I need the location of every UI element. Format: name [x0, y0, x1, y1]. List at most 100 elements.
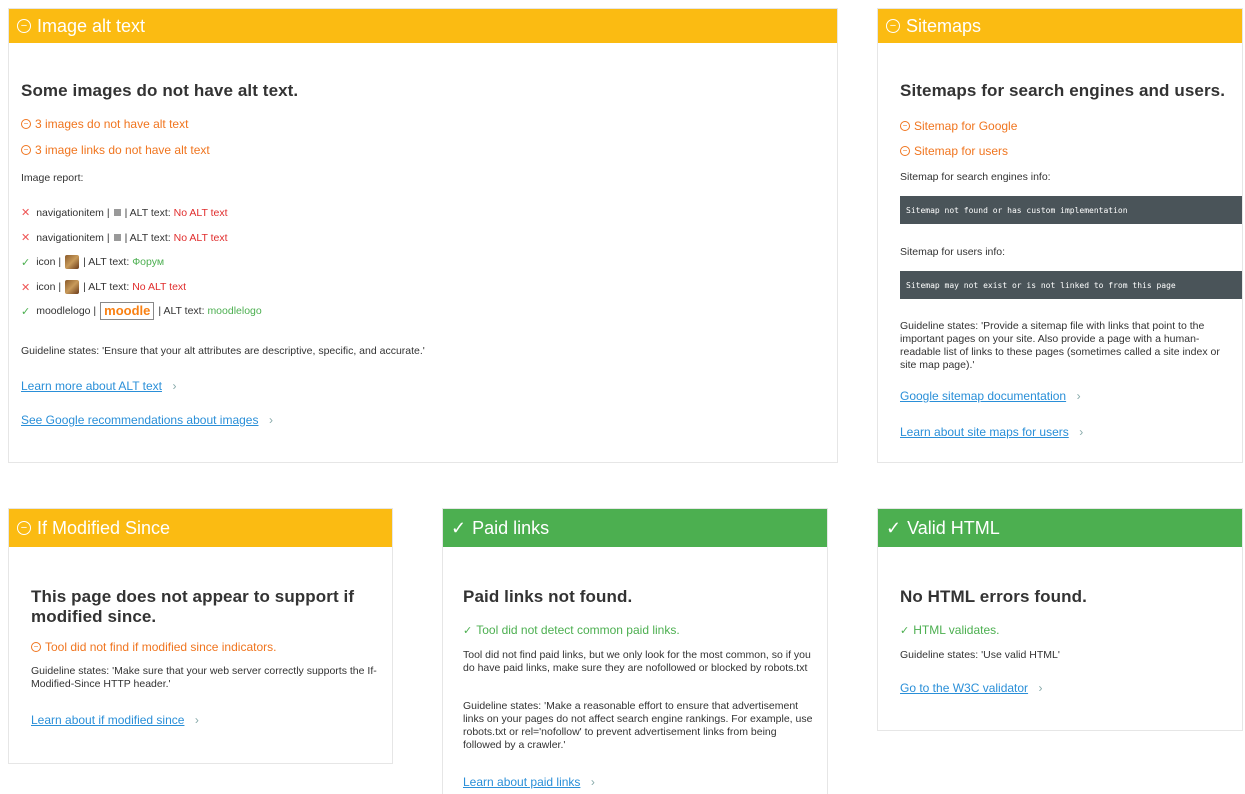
warning-text: Tool did not find if modified since indi… [45, 640, 277, 654]
image-report-label: Image report: [21, 172, 84, 184]
chevron-right-icon: › [1038, 681, 1043, 695]
warning-text: 3 image links do not have alt text [35, 143, 210, 157]
image-alt-link-1-wrap: Learn more about ALT text › [21, 377, 176, 395]
minus-circle-icon: − [900, 146, 910, 156]
html-ok: ✓ HTML validates. [900, 623, 999, 637]
valid-html-heading: No HTML errors found. [900, 587, 1087, 606]
x-icon: ✕ [21, 232, 31, 244]
minus-circle-icon: − [886, 19, 900, 33]
thumbnail-image-icon [65, 255, 80, 269]
image-report-row: ✓ icon | | ALT text: Форум [21, 255, 164, 269]
sitemap-link-2-wrap: Learn about site maps for users › [900, 423, 1083, 441]
sitemap-warning-2: − Sitemap for users [900, 144, 1008, 158]
paid-ok: ✓ Tool did not detect common paid links. [463, 623, 680, 637]
thumbnail-icon [113, 234, 121, 241]
chevron-right-icon: › [172, 379, 177, 393]
sitemap-info-1-code: Sitemap not found or has custom implemen… [900, 196, 1242, 224]
minus-circle-icon: − [17, 19, 31, 33]
sitemaps-guideline: Guideline states: 'Provide a sitemap fil… [900, 320, 1220, 372]
row-alt-value: moodlelogo [207, 305, 262, 317]
chevron-right-icon: › [1076, 389, 1081, 403]
chevron-right-icon: › [268, 413, 273, 427]
modified-guideline: Guideline states: 'Make sure that your w… [31, 665, 377, 691]
row-alt-value: No ALT text [173, 206, 228, 219]
minus-circle-icon: − [900, 121, 910, 131]
ok-text: HTML validates. [913, 623, 1000, 637]
image-alt-header[interactable]: − Image alt text [9, 9, 837, 43]
image-report-row: ✕ navigationitem | | ALT text: No ALT te… [21, 231, 228, 245]
paid-link-wrap: Learn about paid links › [463, 773, 595, 791]
image-alt-warning-1: − 3 images do not have alt text [21, 117, 188, 131]
image-report-row: ✕ icon | | ALT text: No ALT text [21, 280, 186, 294]
row-alt-label: | ALT text: [158, 305, 205, 317]
w3c-link-wrap: Go to the W3C validator › [900, 679, 1043, 697]
row-name: icon | [36, 281, 62, 293]
valid-html-header[interactable]: ✓ Valid HTML [878, 509, 1242, 547]
ok-text: Tool did not detect common paid links. [476, 623, 680, 637]
modified-since-title: If Modified Since [37, 517, 171, 538]
sitemaps-card: − Sitemaps Sitemaps for search engines a… [877, 8, 1243, 463]
paid-links-header[interactable]: ✓ Paid links [443, 509, 827, 547]
chevron-right-icon: › [1079, 425, 1084, 439]
learn-alt-text-link[interactable]: Learn more about ALT text [21, 379, 162, 393]
sitemaps-title: Sitemaps [906, 15, 982, 36]
sitemaps-users-link[interactable]: Learn about site maps for users [900, 425, 1069, 439]
valid-html-title: Valid HTML [907, 517, 1000, 538]
row-alt-label: | ALT text: [83, 256, 130, 268]
sitemap-info-1-label: Sitemap for search engines info: [900, 171, 1051, 183]
row-alt-value: Форум [132, 256, 165, 268]
warning-text: Sitemap for Google [914, 119, 1018, 133]
sitemaps-header[interactable]: − Sitemaps [878, 9, 1242, 43]
warning-text: Sitemap for users [914, 144, 1009, 158]
moodle-logo: moodle [100, 302, 155, 320]
sitemap-info-2-label: Sitemap for users info: [900, 246, 1006, 258]
row-name: moodlelogo | [36, 305, 97, 317]
image-alt-guideline: Guideline states: 'Ensure that your alt … [21, 345, 425, 357]
x-icon: ✕ [21, 207, 31, 219]
chevron-right-icon: › [590, 775, 595, 789]
valid-html-card: ✓ Valid HTML No HTML errors found. ✓ HTM… [877, 508, 1243, 731]
modified-since-link[interactable]: Learn about if modified since [31, 713, 184, 727]
paid-guideline: Guideline states: 'Make a reasonable eff… [463, 700, 813, 752]
image-alt-warning-2: − 3 image links do not have alt text [21, 143, 210, 157]
modified-since-header[interactable]: − If Modified Since [9, 509, 392, 547]
sitemap-warning-1: − Sitemap for Google [900, 119, 1017, 133]
row-alt-value: No ALT text [132, 281, 187, 293]
modified-warning: − Tool did not find if modified since in… [31, 640, 276, 654]
minus-circle-icon: − [21, 119, 31, 129]
thumbnail-icon [113, 209, 121, 216]
minus-circle-icon: − [31, 642, 41, 652]
row-alt-value: No ALT text [173, 231, 228, 244]
check-icon: ✓ [900, 624, 910, 637]
check-icon: ✓ [463, 624, 473, 637]
minus-circle-icon: − [17, 521, 31, 535]
sitemap-info-2-code: Sitemap may not exist or is not linked t… [900, 271, 1242, 299]
image-alt-card: − Image alt text Some images do not have… [8, 8, 838, 463]
paid-links-heading: Paid links not found. [463, 587, 633, 606]
paid-links-link[interactable]: Learn about paid links [463, 775, 580, 789]
google-sitemap-link[interactable]: Google sitemap documentation [900, 389, 1066, 403]
modified-link-wrap: Learn about if modified since › [31, 711, 199, 729]
image-report-row: ✓ moodlelogo | moodle | ALT text: moodle… [21, 302, 262, 320]
check-icon: ✓ [886, 517, 902, 538]
row-name: navigationitem | [36, 206, 110, 219]
image-report-row: ✕ navigationitem | | ALT text: No ALT te… [21, 206, 228, 220]
google-images-link[interactable]: See Google recommendations about images [21, 413, 258, 427]
x-icon: ✕ [21, 281, 31, 294]
check-icon: ✓ [21, 305, 31, 318]
paid-description: Tool did not find paid links, but we onl… [463, 649, 811, 675]
check-icon: ✓ [451, 517, 467, 538]
image-alt-link-2-wrap: See Google recommendations about images … [21, 411, 273, 429]
row-alt-label: | ALT text: [124, 206, 171, 219]
image-alt-title: Image alt text [37, 15, 146, 36]
minus-circle-icon: − [21, 145, 31, 155]
row-alt-label: | ALT text: [83, 281, 130, 293]
row-name: navigationitem | [36, 231, 110, 244]
modified-since-card: − If Modified Since This page does not a… [8, 508, 393, 764]
thumbnail-image-icon [65, 280, 80, 294]
w3c-validator-link[interactable]: Go to the W3C validator [900, 681, 1028, 695]
chevron-right-icon: › [194, 713, 199, 727]
paid-links-card: ✓ Paid links Paid links not found. ✓ Too… [442, 508, 828, 794]
sitemaps-heading: Sitemaps for search engines and users. [900, 81, 1226, 100]
check-icon: ✓ [21, 256, 31, 269]
